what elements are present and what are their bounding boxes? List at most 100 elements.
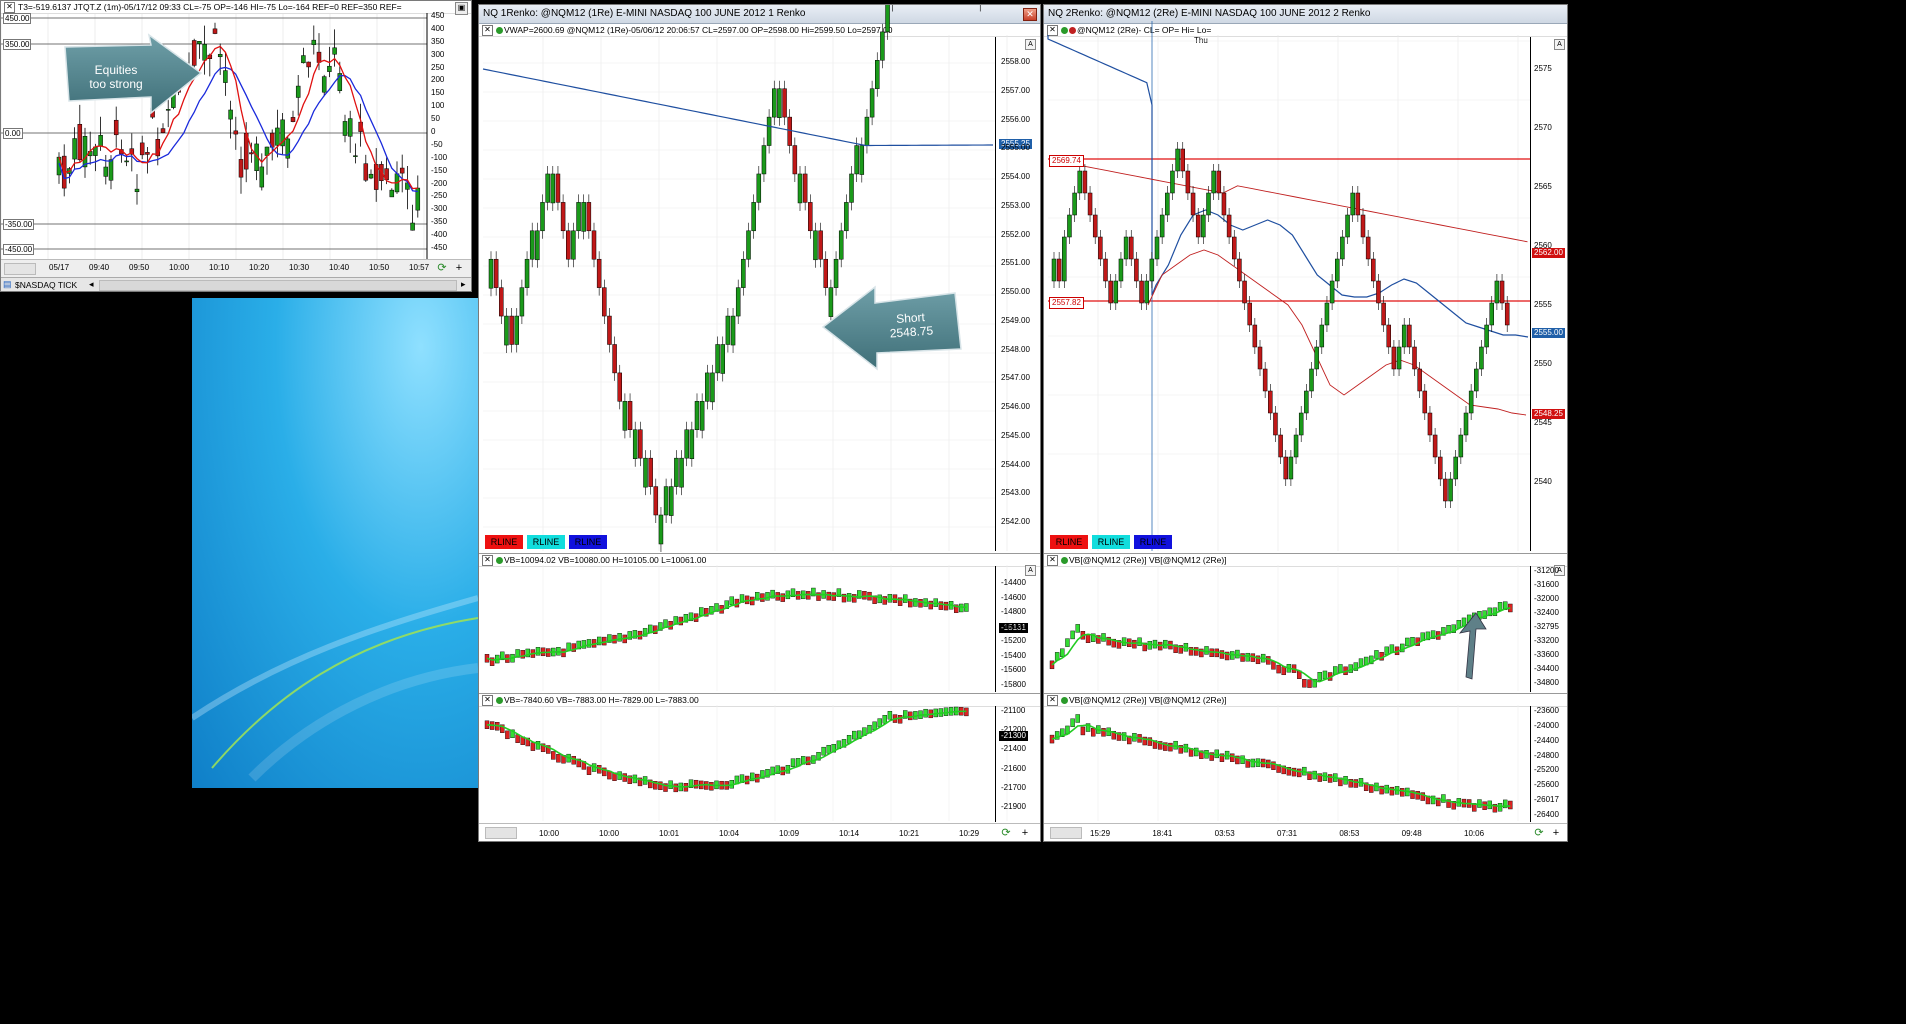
auto-scale-button[interactable]: A [1025, 565, 1036, 576]
wallpaper-swoosh [192, 595, 478, 782]
vb-brick [1065, 638, 1070, 647]
symbol-tab[interactable]: $NASDAQ TICK [15, 280, 77, 290]
renko-brick [1345, 214, 1350, 238]
scroll-right-icon[interactable]: ▸ [461, 279, 466, 290]
auto-scale-button[interactable]: A [1025, 39, 1036, 50]
rline-blue-button[interactable]: RLINE [569, 535, 607, 549]
refresh-icon[interactable]: ⟳ [1532, 826, 1546, 840]
renko-brick [880, 31, 885, 61]
vb-brick [1101, 728, 1106, 737]
auto-scale-button[interactable]: A [1554, 39, 1565, 50]
renko-brick [1268, 390, 1273, 414]
vwap-line [1047, 35, 1529, 338]
renko-brick [545, 173, 550, 203]
candle-body [321, 76, 327, 93]
rline-red-button[interactable]: RLINE [485, 535, 523, 549]
y-tick-label: -21200 [1001, 725, 1026, 735]
renko-brick [735, 287, 741, 317]
time-tick-label: 09:50 [129, 263, 150, 272]
y-tick-label: -15600 [1001, 665, 1026, 675]
renko-brick [1381, 302, 1386, 326]
zoom-in-icon[interactable]: + [1019, 826, 1031, 840]
candle-body [275, 127, 280, 146]
tick-chart-window: ✕ T3=-519.6137 JTQT.Z (1m)-05/17/12 09:33… [0, 0, 472, 292]
renko-brick [1463, 412, 1469, 436]
rline-cyan-button[interactable]: RLINE [527, 535, 565, 549]
renko-brick [1448, 478, 1453, 502]
candle-body [233, 130, 239, 135]
vb-brick [668, 780, 673, 789]
renko-brick [493, 258, 499, 288]
renko-brick [1242, 280, 1247, 304]
y-tick-label: 250 [431, 62, 445, 72]
vb-brick [852, 730, 857, 740]
vb-brick [1245, 652, 1250, 662]
y-tick-label: 2542.00 [1001, 517, 1030, 526]
vb-brick [882, 715, 887, 724]
renko-brick [802, 173, 808, 203]
time-tick-label: 10:00 [599, 829, 620, 838]
time-scroll-box[interactable] [485, 827, 517, 839]
rline-red-button[interactable]: RLINE [1050, 535, 1088, 549]
vb-brick [897, 715, 903, 724]
y-tick-label: -31600 [1534, 580, 1559, 589]
y-tick-label: 2545 [1534, 418, 1552, 427]
close-window-button[interactable]: ✕ [1023, 8, 1037, 21]
renko-brick [1118, 258, 1124, 282]
renko2-price-plot[interactable] [1047, 21, 1530, 551]
time-tick-label: 10:06 [1464, 829, 1485, 838]
scroll-left-icon[interactable]: ◂ [89, 279, 94, 290]
horizontal-scrollbar[interactable] [99, 280, 457, 291]
vb-brick [709, 782, 714, 791]
close-panel-icon[interactable]: ✕ [4, 2, 15, 13]
vb-brick [1168, 742, 1173, 752]
vb-brick [698, 607, 704, 616]
renko-brick [787, 116, 792, 146]
renko-brick [751, 202, 756, 232]
renko-brick [1298, 412, 1304, 436]
candle-body [108, 159, 114, 181]
vb-brick [887, 594, 893, 603]
y-tick-label: -32795 [1534, 622, 1559, 631]
renko-brick [1232, 236, 1237, 260]
renko1-vb1-plot[interactable] [483, 565, 1008, 691]
y-tick-label: -15400 [1001, 650, 1026, 660]
renko-brick [1056, 258, 1062, 282]
candle-body [217, 54, 223, 58]
vb-brick [1085, 634, 1091, 644]
renko-brick [1123, 236, 1129, 260]
renko1-vb2-plot[interactable] [483, 705, 1008, 821]
refresh-icon[interactable]: ⟳ [435, 261, 449, 275]
vb-brick [1060, 648, 1065, 657]
y-tick-label: -31200 [1534, 566, 1559, 575]
y-tick-label: 2570 [1534, 123, 1552, 132]
renko-brick [1201, 214, 1206, 238]
renko-brick [1468, 390, 1474, 414]
renko-brick [1211, 170, 1216, 194]
zoom-in-icon[interactable]: + [1550, 826, 1562, 840]
vb-brick [765, 592, 770, 601]
renko-brick [1175, 148, 1180, 172]
time-scroll-box[interactable] [1050, 827, 1082, 839]
refresh-icon[interactable]: ⟳ [999, 826, 1013, 840]
y-tick-label: 2549.00 [1001, 315, 1030, 325]
candle-body [223, 70, 228, 83]
y-tick-label: -350 [431, 217, 448, 227]
time-scroll-box[interactable] [4, 263, 36, 275]
vb-brick [1070, 630, 1075, 640]
y-tick-label: 2557.00 [1001, 85, 1030, 95]
renko1-vb2-axis [995, 706, 996, 822]
rline-blue-button[interactable]: RLINE [1134, 535, 1172, 549]
rline-cyan-button[interactable]: RLINE [1092, 535, 1130, 549]
vb-brick [826, 591, 831, 601]
renko2-vb2-plot[interactable] [1048, 705, 1530, 821]
reference-level-label: -350.00 [3, 219, 35, 230]
renko-brick [1159, 214, 1165, 238]
zoom-in-icon[interactable]: + [453, 261, 465, 275]
y-tick-label: -14400 [1001, 578, 1026, 587]
renko-brick [550, 173, 556, 204]
vb-brick [1204, 646, 1209, 655]
renko-brick [669, 486, 674, 516]
renko-brick [627, 401, 633, 430]
time-tick-label: 10:00 [539, 829, 560, 838]
